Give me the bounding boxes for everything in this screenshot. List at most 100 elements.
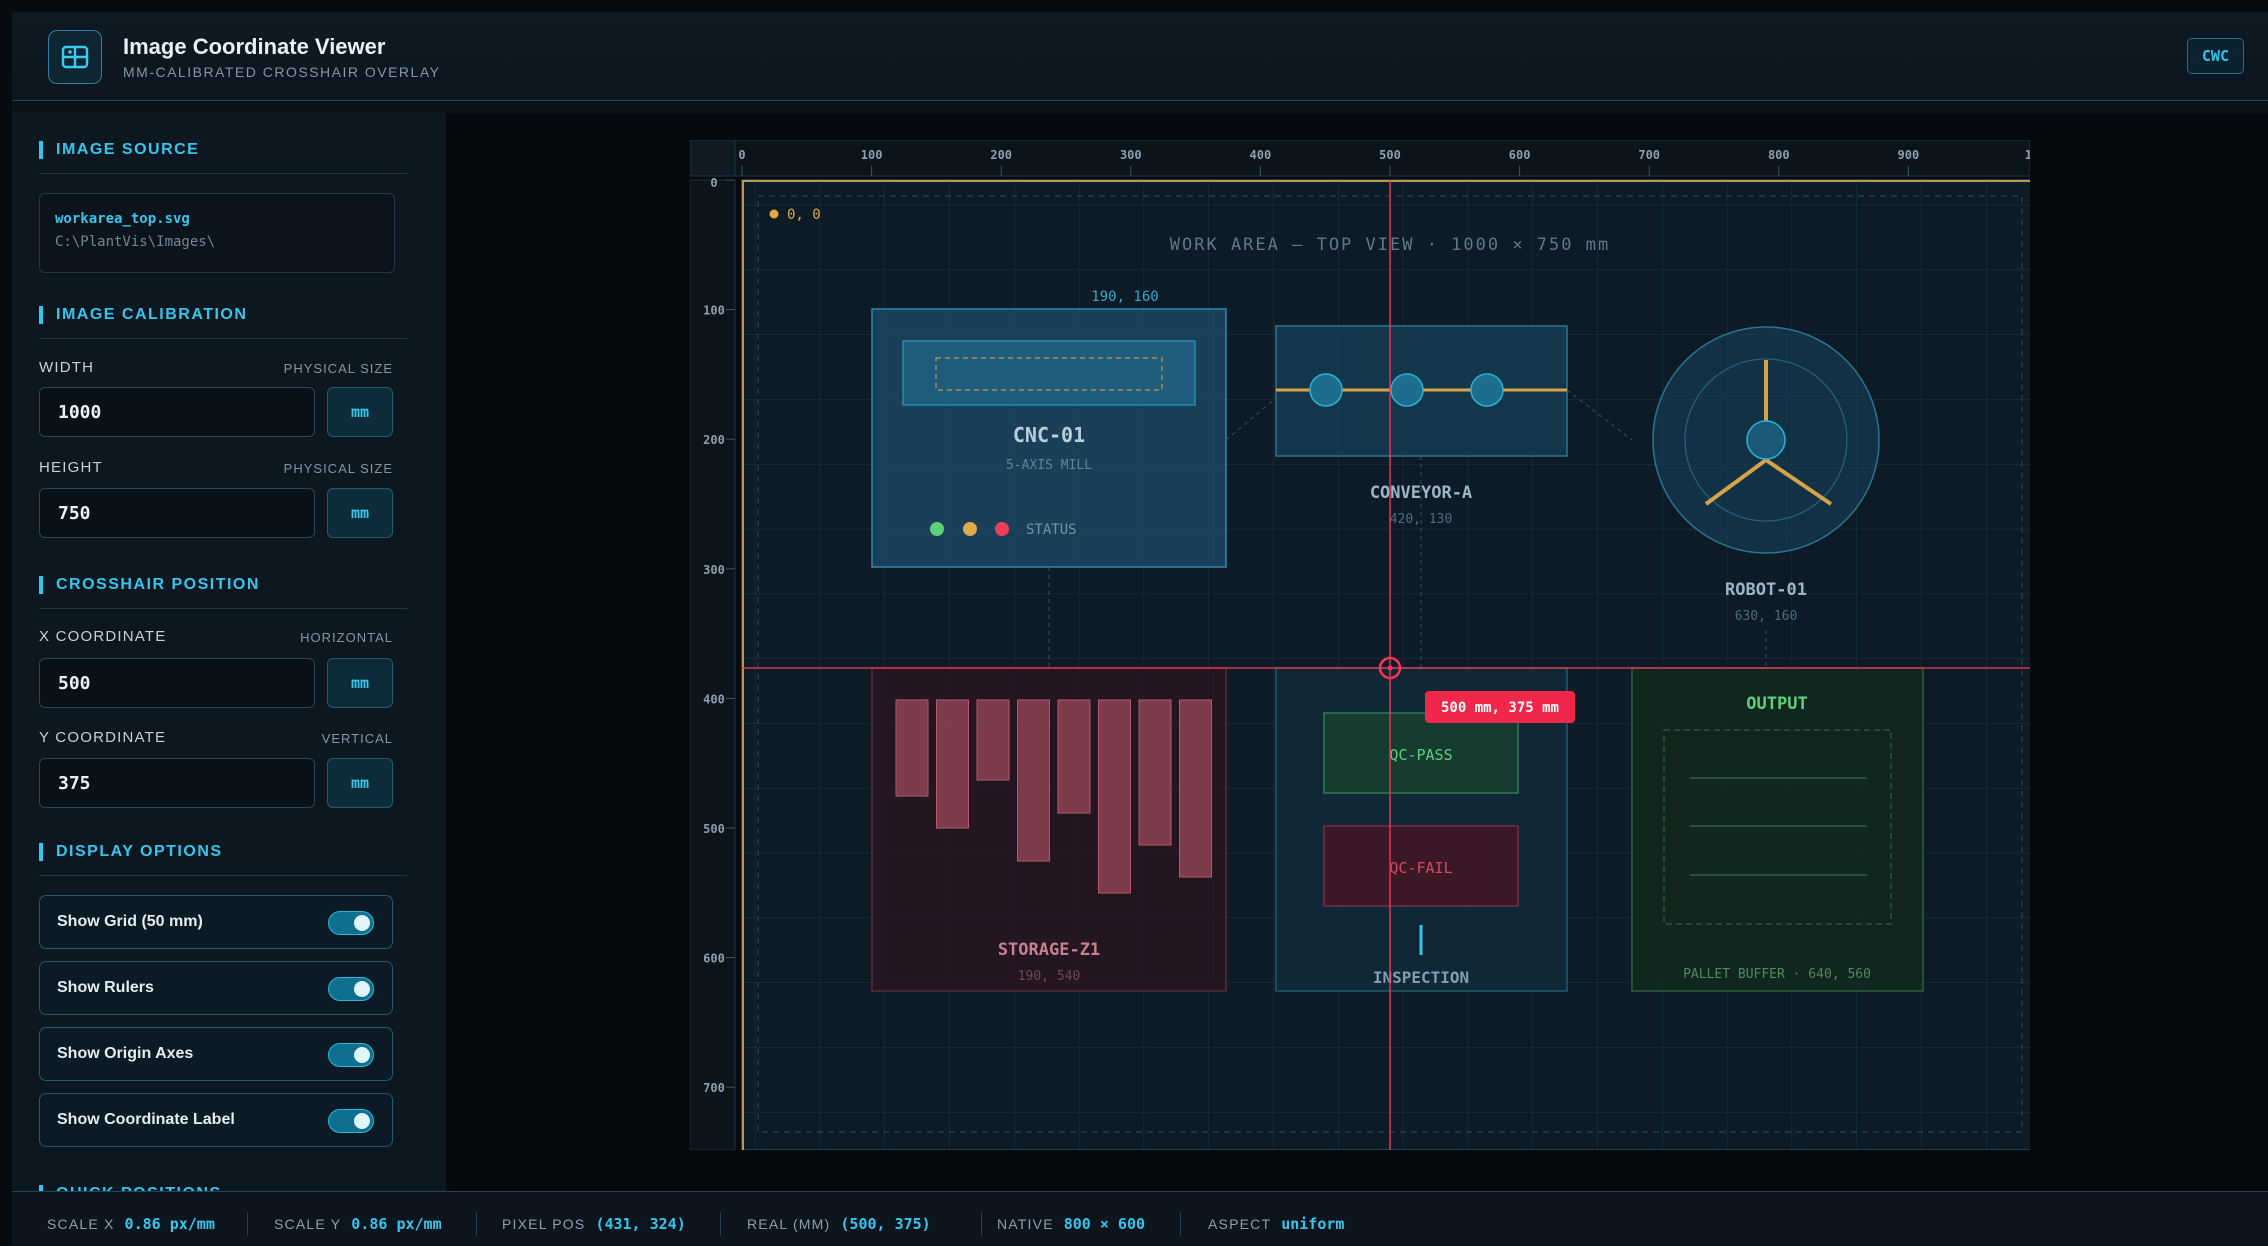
- storage-shelf: [1057, 699, 1091, 814]
- file-info-box[interactable]: workarea_top.svg C:\PlantVis\Images\: [39, 193, 395, 273]
- app-header: Image Coordinate Viewer MM-CALIBRATED CR…: [12, 12, 2268, 101]
- y-unit-button[interactable]: mm: [327, 758, 393, 808]
- coordinate-label-toggle-switch[interactable]: [328, 1109, 374, 1133]
- file-path: C:\PlantVis\Images\: [55, 234, 216, 250]
- divider: [247, 1212, 248, 1236]
- storage-zone[interactable]: STORAGE-Z1 190, 540: [871, 667, 1227, 992]
- qc-pass-label: QC-PASS: [1389, 746, 1452, 764]
- divider: [39, 173, 407, 174]
- status-value: (500, 375): [840, 1215, 931, 1233]
- divider: [720, 1212, 721, 1236]
- y-ruler-label: 500: [703, 822, 725, 836]
- status-scale-x: SCALE X 0.86 px/mm: [47, 1215, 215, 1233]
- section-title-display-options: DISPLAY OPTIONS: [39, 843, 223, 861]
- robot-name: ROBOT-01: [1725, 580, 1807, 600]
- x-ruler: 0 100 200 300 400 500 600 700 800 900 10: [689, 139, 2039, 177]
- x-ruler-label: 400: [1250, 148, 1272, 162]
- toggle-row-grid[interactable]: Show Grid (50 mm): [39, 895, 393, 949]
- toggle-row-coordinate-label[interactable]: Show Coordinate Label: [39, 1093, 393, 1147]
- status-pixel-pos: PIXEL POS (431, 324): [502, 1215, 686, 1233]
- status-aspect: ASPECT uniform: [1208, 1215, 1344, 1233]
- x-ruler-label: 900: [1898, 148, 1920, 162]
- file-name: workarea_top.svg: [55, 211, 190, 227]
- status-native: NATIVE 800 × 600: [997, 1215, 1145, 1233]
- work-area-image[interactable]: 0, 0 WORK AREA — TOP VIEW · 1000 × 750 m…: [741, 179, 2039, 1151]
- status-key: NATIVE: [997, 1216, 1054, 1232]
- divider: [39, 875, 407, 876]
- divider: [476, 1212, 477, 1236]
- toggle-label: Show Grid (50 mm): [57, 913, 203, 930]
- storage-shelf: [1179, 699, 1212, 878]
- status-key: SCALE X: [47, 1216, 115, 1232]
- y-ruler-label: 100: [703, 304, 725, 318]
- output-name: OUTPUT: [1746, 694, 1807, 714]
- crosshair-coordinate-label: 500 mm, 375 mm: [1441, 700, 1559, 716]
- y-coordinate-input[interactable]: 375: [39, 758, 315, 808]
- y-ruler: 0 100 200 300 400 500 600 700: [689, 176, 736, 1151]
- width-label: WIDTH: [39, 359, 95, 376]
- storage-shelf: [976, 699, 1010, 781]
- status-value: 800 × 600: [1063, 1215, 1146, 1233]
- header-badge[interactable]: CWC: [2186, 38, 2244, 74]
- rulers-toggle-switch[interactable]: [328, 977, 374, 1001]
- storage-shelf: [1098, 699, 1131, 894]
- x-ruler-label: 0: [738, 148, 745, 162]
- status-value: (431, 324): [595, 1215, 686, 1233]
- section-title-image-source: IMAGE SOURCE: [39, 141, 199, 159]
- output-footer: PALLET BUFFER · 640, 560: [1683, 967, 1871, 982]
- status-key: REAL (MM): [747, 1216, 831, 1232]
- x-coordinate-hint: HORIZONTAL: [300, 630, 393, 645]
- y-ruler-label: 400: [703, 692, 725, 706]
- storage-shelf: [895, 699, 929, 797]
- status-led-red: [995, 522, 1009, 536]
- image-viewer[interactable]: 0 100 200 300 400 500 600 700 800 900 10 0 100 200 30…: [689, 139, 2039, 1155]
- height-input[interactable]: 750: [39, 488, 315, 538]
- cnc-name: CNC-01: [1013, 423, 1085, 447]
- robot-coords: 630, 160: [1735, 609, 1798, 624]
- toggle-row-origin-axes[interactable]: Show Origin Axes: [39, 1027, 393, 1081]
- sidebar: IMAGE SOURCE workarea_top.svg C:\PlantVi…: [12, 113, 447, 1204]
- width-hint: PHYSICAL SIZE: [283, 361, 393, 376]
- status-value: uniform: [1281, 1215, 1345, 1233]
- grid-toggle-switch[interactable]: [328, 911, 374, 935]
- y-ruler-label: 0: [710, 176, 717, 190]
- height-label: HEIGHT: [39, 459, 103, 476]
- x-coordinate-input[interactable]: 500: [39, 658, 315, 708]
- y-coordinate-hint: VERTICAL: [321, 731, 393, 746]
- origin-label: 0, 0: [787, 207, 821, 223]
- origin-axes-toggle-switch[interactable]: [328, 1043, 374, 1067]
- x-ruler-label: 300: [1120, 148, 1142, 162]
- height-unit-button[interactable]: mm: [327, 488, 393, 538]
- app-subtitle: MM-CALIBRATED CROSSHAIR OVERLAY: [123, 64, 441, 80]
- app-title: Image Coordinate Viewer: [123, 34, 386, 59]
- y-ruler-label: 700: [703, 1081, 725, 1095]
- width-unit-button[interactable]: mm: [327, 387, 393, 437]
- x-ruler-label: 10: [2025, 148, 2030, 162]
- status-value: 0.86 px/mm: [351, 1215, 442, 1233]
- width-input[interactable]: 1000: [39, 387, 315, 437]
- output-zone[interactable]: OUTPUT PALLET BUFFER · 640, 560: [1631, 667, 1924, 992]
- qc-fail-label: QC-FAIL: [1389, 859, 1452, 877]
- section-title-crosshair: CROSSHAIR POSITION: [39, 576, 260, 594]
- crosshair-image-icon: [48, 30, 102, 84]
- x-ruler-label: 200: [990, 148, 1012, 162]
- cnc-machine[interactable]: 190, 160 CNC-01 5-AXIS MILL STATUS: [871, 289, 1227, 568]
- x-ruler-label: 700: [1638, 148, 1660, 162]
- storage-shelf: [1138, 699, 1172, 846]
- x-unit-button[interactable]: mm: [327, 658, 393, 708]
- toggle-row-rulers[interactable]: Show Rulers: [39, 961, 393, 1015]
- status-led-green: [930, 522, 944, 536]
- divider: [39, 608, 407, 609]
- x-ruler-label: 100: [861, 148, 883, 162]
- cnc-status-label: STATUS: [1026, 522, 1077, 538]
- divider: [1180, 1212, 1181, 1236]
- divider: [39, 338, 407, 339]
- storage-coords: 190, 540: [1018, 969, 1081, 984]
- status-led-amber: [963, 522, 977, 536]
- origin-marker: [769, 209, 779, 219]
- cnc-coord-tag: 190, 160: [1091, 289, 1158, 305]
- status-scale-y: SCALE Y 0.86 px/mm: [274, 1215, 442, 1233]
- status-bar: SCALE X 0.86 px/mm SCALE Y 0.86 px/mm PI…: [12, 1191, 2268, 1246]
- status-key: SCALE Y: [274, 1216, 342, 1232]
- section-title-calibration: IMAGE CALIBRATION: [39, 306, 247, 324]
